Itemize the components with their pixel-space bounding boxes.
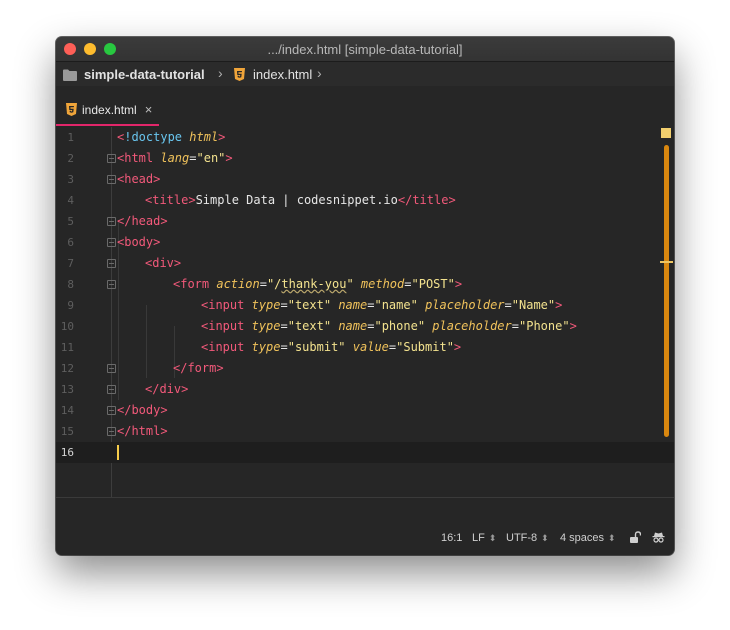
code-line: 14 </body> [56,400,674,421]
code-line: 15 </html> [56,421,674,442]
line-number: 13 [60,383,74,396]
code-line: 1 <!doctype html> [56,127,674,148]
line-ending-label: LF [472,532,485,544]
code-text: <title>Simple Data | codesnippet.io</tit… [145,193,456,207]
code-line: 5 </head> [56,211,674,232]
title-text-content: Simple Data | codesnippet.io [195,193,398,207]
title-bar: .../index.html [simple-data-tutorial] [56,37,674,62]
editor-window: .../index.html [simple-data-tutorial] si… [56,37,674,555]
chevron-right-icon: › [218,65,223,81]
up-down-arrows-icon: ⬍ [541,533,549,543]
cursor-position[interactable]: 16:1 [441,532,462,544]
window-title: .../index.html [simple-data-tutorial] [267,42,463,57]
encoding-selector[interactable]: UTF-8 ⬍ [506,532,549,544]
line-number: 4 [67,194,74,207]
code-line: 9 <input type="text" name="name" placeho… [56,295,674,316]
fold-toggle-icon[interactable] [107,154,116,163]
fold-toggle-icon[interactable] [107,175,116,184]
code-text: <div> [145,256,182,270]
code-text: </body> [117,403,168,417]
code-text: </head> [117,214,168,228]
indentation-selector[interactable]: 4 spaces ⬍ [560,532,616,544]
tab-label: index.html [82,102,137,117]
code-line: 7 <div> [56,253,674,274]
code-line: 2 <html lang="en"> [56,148,674,169]
line-number: 6 [67,236,74,249]
breadcrumb-folder[interactable]: simple-data-tutorial [63,67,205,82]
code-text: </html> [117,424,168,438]
code-line: 12 </form> [56,358,674,379]
scrollbar-thumb[interactable] [664,145,669,437]
breadcrumb-file-label: index.html [253,67,313,82]
scroll-marker [661,128,671,138]
html5-icon [234,68,245,81]
html5-icon [66,103,77,116]
line-number: 11 [60,341,74,354]
breadcrumb-file[interactable]: index.html [234,67,312,82]
fold-toggle-icon[interactable] [107,280,116,289]
line-number: 3 [67,173,74,186]
up-down-arrows-icon: ⬍ [488,533,497,543]
tab-index-html[interactable]: index.html × [56,95,159,126]
line-number: 14 [60,404,74,417]
spy-icon[interactable] [652,531,665,544]
code-editor[interactable]: 1 <!doctype html> 2 <html lang="en"> 3 <… [56,127,674,497]
folder-icon [63,69,77,81]
fold-toggle-icon[interactable] [107,238,116,247]
code-text: <!doctype html> [117,130,226,144]
code-text: <input type="submit" value="Submit"> [201,340,462,354]
fold-toggle-icon[interactable] [107,427,116,436]
line-number: 9 [67,299,74,312]
line-number: 2 [67,152,74,165]
code-line: 10 <input type="text" name="phone" place… [56,316,674,337]
code-text: </div> [145,382,189,396]
line-number: 8 [67,278,74,291]
code-text: <html lang="en"> [117,151,233,165]
encoding-label: UTF-8 [506,532,538,544]
code-line: 3 <head> [56,169,674,190]
line-number: 7 [67,257,74,270]
fold-toggle-icon[interactable] [107,217,116,226]
fold-toggle-icon[interactable] [107,259,116,268]
line-number: 1 [67,131,74,144]
code-line-current: 16 [56,442,674,463]
chevron-right-icon: › [317,65,322,81]
code-line: 4 <title>Simple Data | codesnippet.io</t… [56,190,674,211]
code-line: 6 <body> [56,232,674,253]
scroll-position-tick [660,261,673,263]
line-number: 10 [60,320,74,333]
code-text: </form> [173,361,224,375]
line-number: 16 [60,446,74,459]
line-number: 12 [60,362,74,375]
tab-bar: index.html × [56,87,674,127]
code-line: 8 <form action="/thank-you" method="POST… [56,274,674,295]
indentation-label: 4 spaces [560,532,605,544]
code-line: 11 <input type="submit" value="Submit"> [56,337,674,358]
status-bar: 16:1 LF ⬍ UTF-8 ⬍ 4 spaces ⬍ [56,497,674,555]
breadcrumb-folder-label: simple-data-tutorial [84,67,205,82]
text-cursor [117,445,119,460]
up-down-arrows-icon: ⬍ [608,533,616,543]
unlock-icon[interactable] [629,531,641,544]
tab-close-icon[interactable]: × [145,102,153,117]
line-number: 5 [67,215,74,228]
code-text: <input type="text" name="name" placehold… [201,298,563,312]
code-text: <head> [117,172,161,186]
code-text: <body> [117,235,161,249]
fold-toggle-icon[interactable] [107,406,116,415]
code-line: 13 </div> [56,379,674,400]
fold-toggle-icon[interactable] [107,364,116,373]
line-ending-selector[interactable]: LF ⬍ [472,532,496,544]
code-text: <input type="text" name="phone" placehol… [201,319,577,333]
code-text: <form action="/thank-you" method="POST"> [173,277,463,291]
line-number: 15 [60,425,74,438]
breadcrumb: simple-data-tutorial › index.html › [56,62,674,86]
fold-toggle-icon[interactable] [107,385,116,394]
